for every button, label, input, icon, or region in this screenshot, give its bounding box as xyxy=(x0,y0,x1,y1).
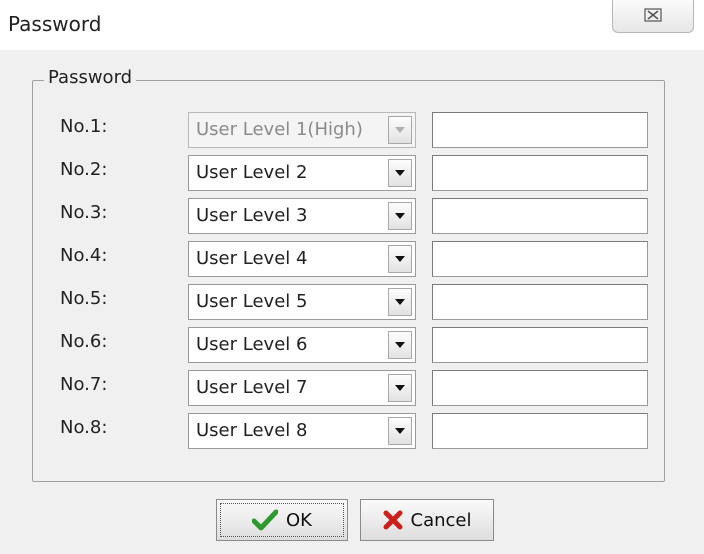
window-title: Password xyxy=(8,12,102,36)
dropdown-arrow-icon[interactable] xyxy=(388,331,412,359)
level-select-4[interactable]: User Level 4 xyxy=(188,241,416,277)
checkmark-icon xyxy=(252,509,278,531)
row-label-8: No.8: xyxy=(60,417,108,438)
row-label-7: No.7: xyxy=(60,374,108,395)
level-select-8-value: User Level 8 xyxy=(196,420,308,441)
row-label-2: No.2: xyxy=(60,159,108,180)
cancel-button[interactable]: Cancel xyxy=(360,499,494,541)
password-field-8[interactable] xyxy=(432,413,648,449)
level-select-7-value: User Level 7 xyxy=(196,377,308,398)
dropdown-arrow-icon[interactable] xyxy=(388,159,412,187)
dropdown-arrow-icon[interactable] xyxy=(388,202,412,230)
close-button[interactable] xyxy=(612,0,694,33)
dropdown-arrow-icon[interactable] xyxy=(388,417,412,445)
ok-button[interactable]: OK xyxy=(216,499,348,541)
level-select-6[interactable]: User Level 6 xyxy=(188,327,416,363)
cancel-button-label: Cancel xyxy=(410,509,472,531)
password-field-5[interactable] xyxy=(432,284,648,320)
row-label-3: No.3: xyxy=(60,202,108,223)
dropdown-arrow-icon[interactable] xyxy=(388,245,412,273)
level-select-3-value: User Level 3 xyxy=(196,205,308,226)
password-field-7[interactable] xyxy=(432,370,648,406)
x-mark-icon xyxy=(383,510,403,530)
password-field-3[interactable] xyxy=(432,198,648,234)
level-select-2-value: User Level 2 xyxy=(196,162,308,183)
title-bar: Password xyxy=(0,0,704,50)
level-select-8[interactable]: User Level 8 xyxy=(188,413,416,449)
row-label-5: No.5: xyxy=(60,288,108,309)
level-select-2[interactable]: User Level 2 xyxy=(188,155,416,191)
ok-button-label: OK xyxy=(286,509,312,531)
level-select-5[interactable]: User Level 5 xyxy=(188,284,416,320)
dropdown-arrow-icon[interactable] xyxy=(388,374,412,402)
password-dialog: Password Password No.1: User Level 1(Hig… xyxy=(0,0,704,554)
row-label-1: No.1: xyxy=(60,116,108,137)
level-select-1-value: User Level 1(High) xyxy=(196,119,363,140)
level-select-3[interactable]: User Level 3 xyxy=(188,198,416,234)
groupbox-label: Password xyxy=(44,67,137,88)
dropdown-arrow-icon[interactable] xyxy=(388,288,412,316)
password-field-2[interactable] xyxy=(432,155,648,191)
dropdown-arrow-icon xyxy=(388,116,412,144)
password-field-4[interactable] xyxy=(432,241,648,277)
close-icon xyxy=(644,7,662,26)
level-select-1: User Level 1(High) xyxy=(188,112,416,148)
level-select-4-value: User Level 4 xyxy=(196,248,308,269)
level-select-6-value: User Level 6 xyxy=(196,334,308,355)
level-select-7[interactable]: User Level 7 xyxy=(188,370,416,406)
row-label-4: No.4: xyxy=(60,245,108,266)
password-field-1[interactable] xyxy=(432,112,648,148)
password-field-6[interactable] xyxy=(432,327,648,363)
row-label-6: No.6: xyxy=(60,331,108,352)
level-select-5-value: User Level 5 xyxy=(196,291,308,312)
